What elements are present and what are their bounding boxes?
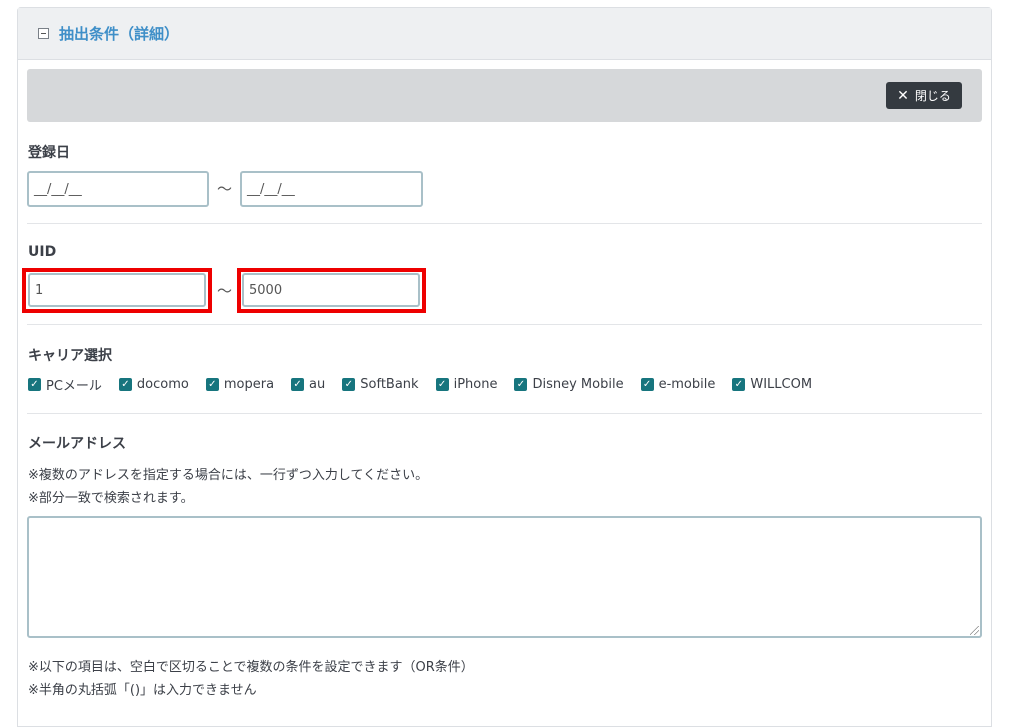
- panel-title: 抽出条件（詳細）: [59, 25, 180, 43]
- registration-date-separator: 〜: [217, 180, 233, 198]
- carrier-option-disney-mobile[interactable]: ✓ Disney Mobile: [514, 377, 624, 392]
- carrier-option-softbank[interactable]: ✓ SoftBank: [342, 377, 419, 392]
- footer-note: ※半角の丸括弧「()」は入力できません: [28, 683, 257, 698]
- carrier-option-label: iPhone: [453, 377, 498, 392]
- checkbox-checked-icon[interactable]: ✓: [514, 378, 528, 391]
- carrier-option-label: PCメール: [46, 379, 102, 394]
- checkbox-checked-icon[interactable]: ✓: [291, 378, 305, 391]
- checkbox-checked-icon[interactable]: ✓: [118, 378, 132, 391]
- carrier-option-label: au: [309, 377, 326, 392]
- checkbox-checked-icon[interactable]: ✓: [28, 378, 41, 391]
- carrier-option-iphone[interactable]: ✓ iPhone: [435, 377, 498, 392]
- carrier-option-label: Disney Mobile: [532, 377, 624, 392]
- mail-address-note: ※複数のアドレスを指定する場合には、一行ずつ入力してください。: [28, 468, 429, 483]
- mail-address-label: メールアドレス: [28, 436, 126, 452]
- carrier-option-pc[interactable]: ✓ PCメール: [28, 375, 102, 394]
- collapse-icon[interactable]: [38, 28, 49, 39]
- registration-date-label: 登録日: [28, 145, 70, 161]
- registration-date-from-input[interactable]: __/__/__: [27, 171, 209, 207]
- resize-handle-icon[interactable]: [970, 626, 979, 635]
- registration-date-to-input[interactable]: __/__/__: [240, 171, 423, 207]
- carrier-option-willcom[interactable]: ✓ WILLCOM: [732, 377, 812, 392]
- filter-panel: 抽出条件（詳細） ✕ 閉じる 登録日 __/__/__ 〜 __/__/__ U…: [17, 7, 992, 727]
- panel-header[interactable]: 抽出条件（詳細）: [18, 8, 991, 60]
- uid-label: UID: [28, 244, 57, 260]
- mail-address-note: ※部分一致で検索されます。: [28, 491, 194, 506]
- divider: [27, 413, 982, 414]
- panel-toolbar: ✕ 閉じる: [27, 69, 982, 122]
- divider: [27, 223, 982, 224]
- carrier-checkbox-group: ✓ PCメール ✓ docomo ✓ mopera ✓ au ✓ SoftBan…: [28, 375, 829, 394]
- carrier-option-au[interactable]: ✓ au: [291, 377, 325, 392]
- divider: [27, 324, 982, 325]
- carrier-option-mopera[interactable]: ✓ mopera: [205, 377, 275, 392]
- checkbox-checked-icon[interactable]: ✓: [732, 378, 746, 391]
- uid-to-input[interactable]: 5000: [242, 273, 420, 307]
- mail-address-textarea[interactable]: [27, 516, 982, 638]
- carrier-label: キャリア選択: [28, 348, 112, 364]
- checkbox-checked-icon[interactable]: ✓: [435, 378, 449, 391]
- carrier-option-e-mobile[interactable]: ✓ e-mobile: [640, 377, 716, 392]
- checkbox-checked-icon[interactable]: ✓: [205, 378, 219, 391]
- close-icon: ✕: [897, 87, 909, 104]
- carrier-option-label: mopera: [223, 377, 275, 392]
- carrier-option-label: WILLCOM: [750, 377, 813, 392]
- carrier-option-label: e-mobile: [658, 377, 716, 392]
- checkbox-checked-icon[interactable]: ✓: [342, 378, 356, 391]
- uid-from-input[interactable]: 1: [28, 273, 206, 307]
- checkbox-checked-icon[interactable]: ✓: [640, 378, 654, 391]
- footer-note: ※以下の項目は、空白で区切ることで複数の条件を設定できます（OR条件）: [28, 660, 474, 675]
- uid-separator: 〜: [217, 282, 233, 300]
- close-button[interactable]: ✕ 閉じる: [886, 82, 962, 109]
- carrier-option-docomo[interactable]: ✓ docomo: [118, 377, 189, 392]
- carrier-option-label: docomo: [136, 377, 189, 392]
- close-button-label: 閉じる: [914, 89, 951, 103]
- carrier-option-label: SoftBank: [360, 377, 419, 392]
